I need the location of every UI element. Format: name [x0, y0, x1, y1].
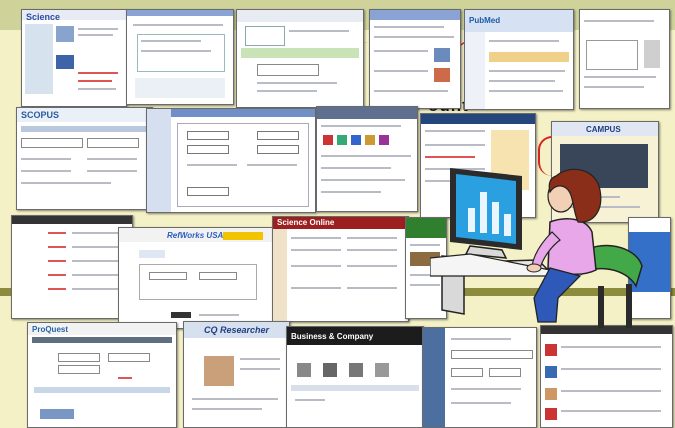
thumbnail-form[interactable] [422, 327, 537, 428]
thumbnail-advanced-search[interactable] [146, 108, 316, 213]
woman-at-computer-clipart [430, 158, 660, 330]
thumbnail-proquest[interactable]: ProQuest [27, 322, 177, 428]
thumbnail-refworks[interactable] [126, 9, 234, 105]
thumbnail-stats[interactable] [579, 9, 670, 109]
thumbnail-books[interactable] [540, 325, 673, 428]
thumbnail-pubmed[interactable]: PubMed [464, 9, 574, 110]
thumbnail-science-online[interactable]: Science Online [272, 216, 409, 322]
thumbnail-refworks-usa[interactable]: RefWorks USA [118, 227, 276, 329]
thumbnail-science[interactable]: Science [21, 9, 127, 107]
thumbnail-links[interactable] [11, 215, 133, 319]
thumbnail-scopus[interactable]: SCOPUS [16, 107, 153, 210]
thumbnail-library[interactable] [236, 9, 364, 108]
thumbnail-cq-researcher[interactable]: CQ Researcher [183, 321, 290, 428]
thumbnail-business[interactable]: Business & Company [286, 326, 424, 428]
thumbnail-search-results[interactable] [369, 9, 461, 109]
thumbnail-icons[interactable] [316, 106, 418, 212]
